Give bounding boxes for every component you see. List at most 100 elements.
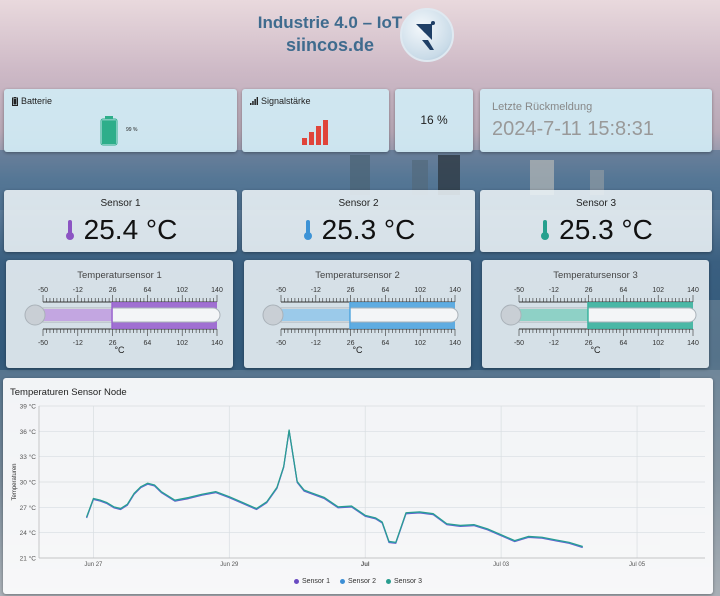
last-report-label: Letzte Rückmeldung — [492, 101, 593, 113]
gauge-tick-label: -50 — [514, 287, 524, 294]
gauge-mercury — [274, 309, 350, 321]
gauge-title: Temperatursensor 2 — [315, 270, 400, 281]
signal-card: Signalstärke — [242, 89, 389, 152]
sensor-card-1: Sensor 1 25.4 °C — [4, 190, 237, 252]
series-line-2 — [86, 429, 583, 548]
thermometer-gauge: -50-50-12-1226266464102102140140 — [262, 287, 461, 346]
y-tick-label: 30 °C — [20, 479, 37, 487]
thermometer-bulb — [541, 232, 550, 240]
legend-label: Sensor 2 — [347, 578, 377, 585]
signal-bar — [309, 132, 314, 145]
legend-item[interactable]: Sensor 1 — [293, 578, 330, 585]
series-line-1 — [86, 430, 583, 549]
gauge-tick-label: -12 — [311, 287, 321, 294]
gauge-tick-label: -12 — [549, 287, 559, 294]
legend-item[interactable]: Sensor 2 — [339, 578, 377, 585]
y-tick-label: 36 °C — [20, 428, 37, 436]
battery-icon — [12, 96, 18, 106]
signal-value: 16 % — [420, 113, 448, 127]
battery-level-graphic — [100, 116, 118, 146]
gauge-tick-label: 140 — [449, 287, 461, 294]
gauge-tick-label: 26 — [347, 287, 355, 294]
thermometer-stem — [305, 220, 310, 234]
x-tick-label: Jul 03 — [493, 562, 510, 568]
gauge-tick-label: 102 — [176, 287, 188, 294]
series-line-3 — [86, 429, 583, 548]
gauge-mercury — [36, 309, 113, 321]
app-title-line1: Industrie 4.0 – IoT — [257, 13, 403, 32]
gauge-tick-label: 64 — [382, 287, 390, 294]
gauge-bulb — [500, 304, 522, 326]
sensor-title: Sensor 1 — [100, 198, 141, 209]
last-report-card: Letzte Rückmeldung 2024-7-11 15:8:31 — [480, 89, 712, 152]
gauge-bulb — [24, 304, 46, 326]
signal-bar — [316, 126, 321, 145]
legend-label: Sensor 3 — [394, 578, 423, 585]
signal-value-card: 16 % — [395, 89, 473, 152]
thermometer-stem — [67, 220, 72, 234]
x-tick-label: Jun 29 — [220, 562, 239, 568]
gauge-card-1: Temperatursensor 1 -50 -50 -12 -12 26 26 64 64 1… — [6, 260, 233, 368]
app-title-line2: siincos.de — [285, 35, 375, 55]
gauge-mercury — [512, 309, 588, 321]
gauge-tick-label: 140 — [211, 287, 223, 294]
gauge-tick-label: -12 — [73, 287, 83, 294]
gauge-title: Temperatursensor 1 — [77, 270, 162, 281]
gauge-tick-label: 26 — [585, 287, 593, 294]
sensor-card-2: Sensor 2 25.3 °C — [242, 190, 475, 252]
battery-value: 99 % — [126, 127, 138, 133]
sensor-card-3: Sensor 3 25.3 °C — [480, 190, 712, 252]
sensor-title: Sensor 2 — [338, 198, 379, 209]
sensor-title: Sensor 3 — [575, 198, 617, 209]
temperature-line-chart[interactable]: 39 °C 36 °C 33 °C 30 °C 27 °C 24 °C 21 °C Jun 2… — [3, 378, 713, 578]
gauge-unit: °C — [590, 345, 601, 355]
thermometer-icon — [541, 220, 550, 240]
signal-strength-graphic — [302, 120, 328, 145]
gauge-tick-label: 102 — [652, 287, 664, 294]
gauge-unit: °C — [114, 345, 125, 355]
y-tick-label: 21 °C — [20, 555, 37, 563]
signal-bar — [302, 138, 307, 145]
gauge-tick-label: 26 — [109, 287, 117, 294]
gauge-tick-label: 64 — [144, 287, 152, 294]
x-tick-label: Jun 27 — [84, 562, 103, 568]
gauge-tick-label: 64 — [620, 287, 628, 294]
legend-item[interactable]: Sensor 3 — [386, 578, 422, 585]
signal-bars-icon — [250, 97, 258, 105]
thermometer-icon — [303, 220, 312, 240]
battery-fill — [102, 120, 116, 144]
last-report-value: 2024-7-11 15:8:31 — [492, 118, 654, 140]
legend-label: Sensor 1 — [301, 578, 330, 585]
battery-label: Batterie — [21, 96, 53, 106]
battery-card: Batterie 99 % — [4, 89, 237, 152]
thermometer-stem — [543, 220, 548, 234]
gauge-bulb — [262, 304, 284, 326]
y-tick-label: 33 °C — [20, 453, 37, 461]
gauge-title: Temperatursensor 3 — [553, 270, 638, 281]
gauge-tick-label: -50 — [38, 287, 48, 294]
gauge-tick-label: -50 — [276, 287, 286, 294]
thermometer-gauge: -50-50-12-1226266464102102140140 — [24, 287, 223, 346]
temperature-chart-card: Temperaturen Sensor Node 39 °C 36 °C 33 °C… — [3, 378, 713, 594]
x-tick-label: Jul 05 — [629, 562, 646, 568]
y-tick-label: 24 °C — [20, 529, 37, 537]
thermometer-bulb — [303, 232, 312, 240]
gauge-card-2: Temperatursensor 2 -50 -50 -12 -12 26 26 64 64 1… — [244, 260, 471, 368]
y-tick-label: 27 °C — [20, 504, 37, 512]
signal-bar — [323, 120, 328, 145]
chart-legend: Sensor 1 Sensor 2 Sensor 3 — [3, 578, 713, 585]
gauge-card-3: Temperatursensor 3 -50 -50 -12 -12 26 26 64 64 1… — [482, 260, 709, 368]
sensor-value: 25.3 °C — [559, 214, 653, 245]
satellite-dish-icon — [400, 8, 454, 62]
y-axis-title: Temperaturen — [12, 463, 18, 500]
thermometer-gauge: -50-50-12-1226266464102102140140 — [500, 287, 699, 346]
sensor-value: 25.4 °C — [83, 214, 178, 245]
signal-label: Signalstärke — [261, 96, 311, 106]
sensor-value: 25.3 °C — [321, 214, 416, 245]
thermometer-bulb — [65, 232, 74, 240]
y-tick-label: 39 °C — [20, 403, 37, 411]
x-tick-label: Jul — [361, 562, 370, 568]
gauge-unit: °C — [352, 345, 363, 355]
gauge-tick-label: 140 — [687, 287, 699, 294]
thermometer-icon — [65, 220, 74, 240]
